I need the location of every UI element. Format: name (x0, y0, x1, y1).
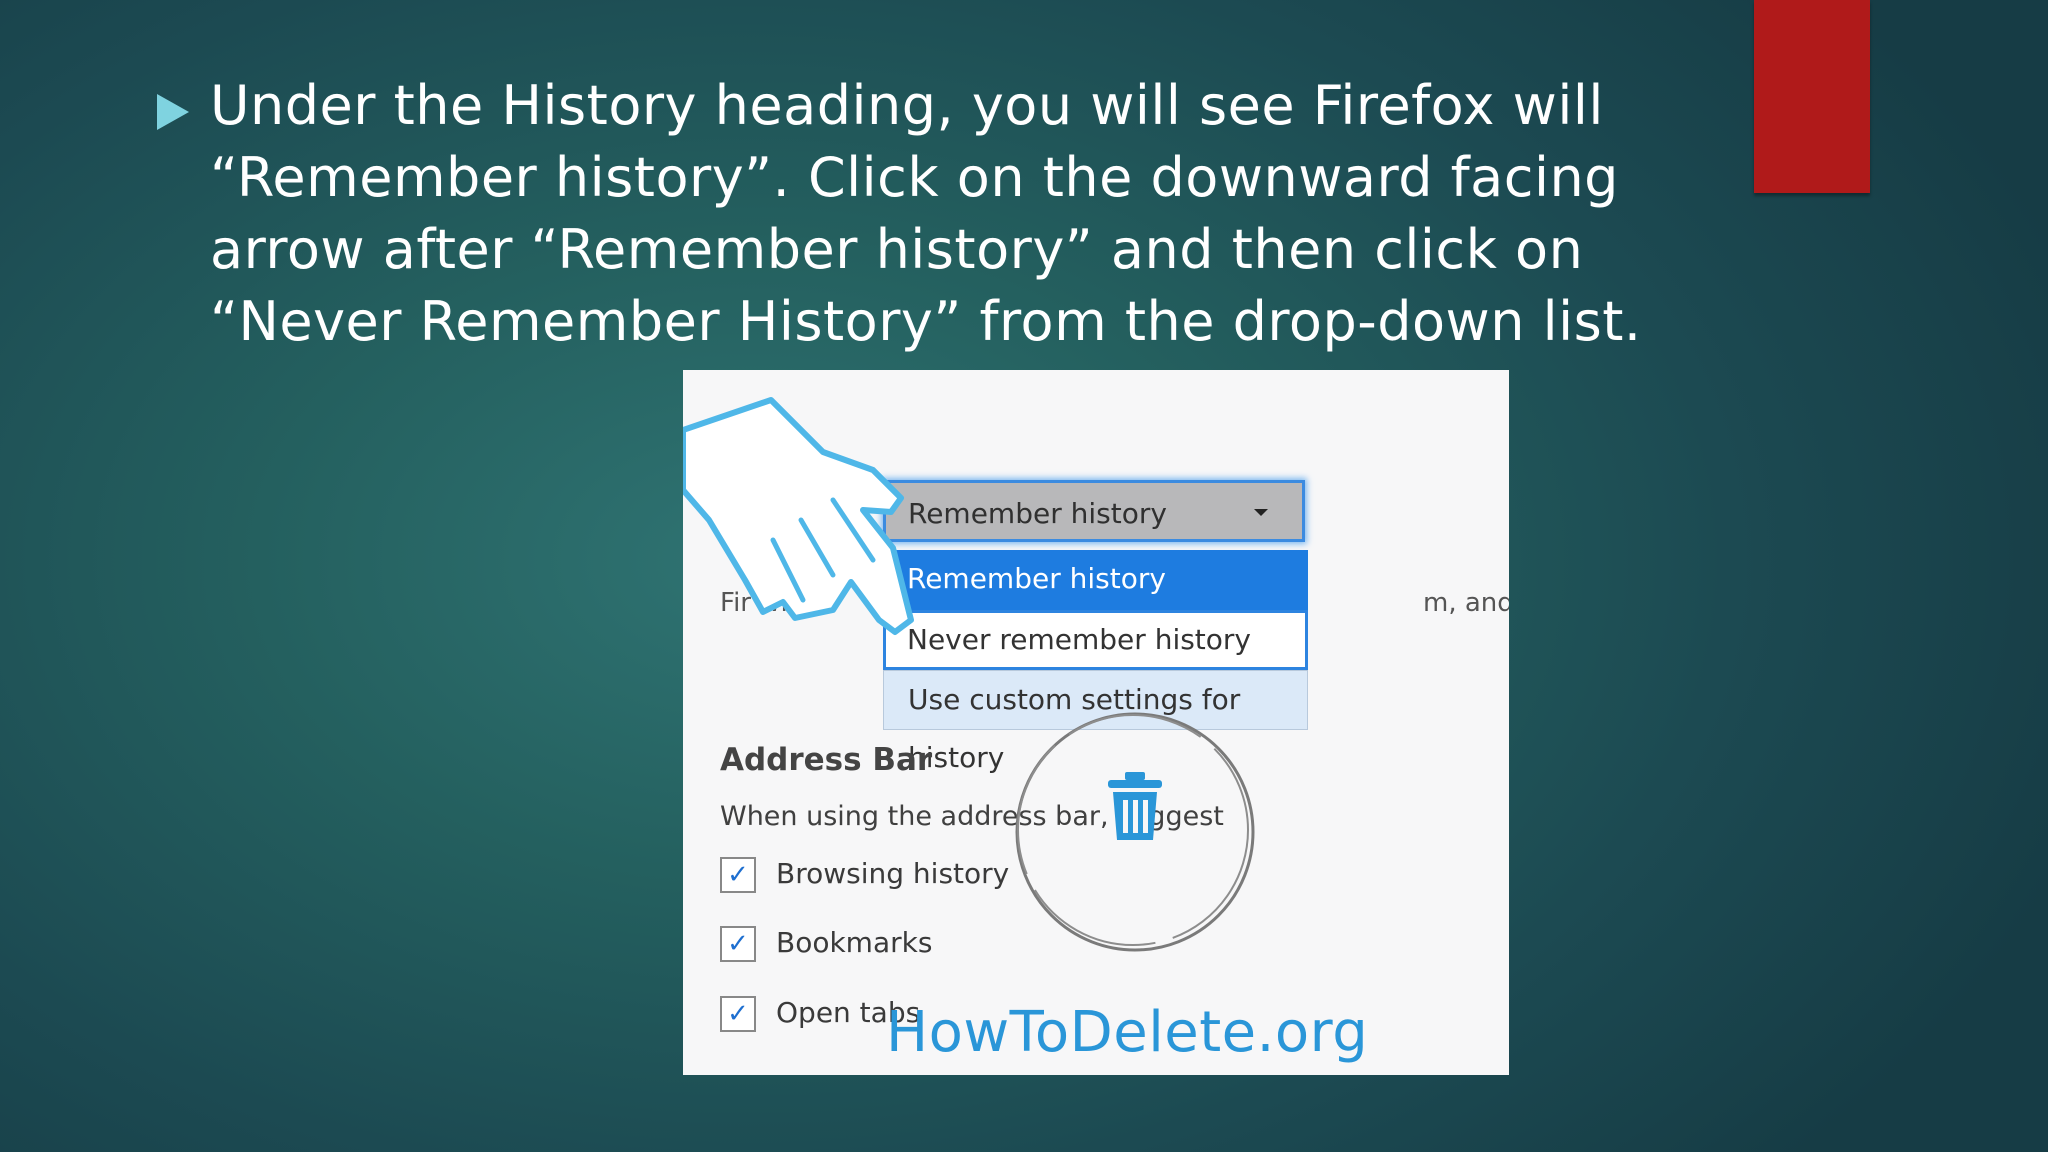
pointing-hand-icon (683, 397, 914, 635)
bullet-text: Under the History heading, you will see … (210, 74, 1642, 353)
overlay-graphics (683, 397, 1255, 952)
watermark-text: HowToDelete.org (886, 1000, 1369, 1065)
bullet-arrow-icon (157, 94, 189, 130)
trash-can-icon (1108, 772, 1162, 840)
accent-bar (1754, 0, 1870, 193)
firefox-history-screenshot: Fir will m, and Remember history Remembe… (683, 370, 1509, 1075)
